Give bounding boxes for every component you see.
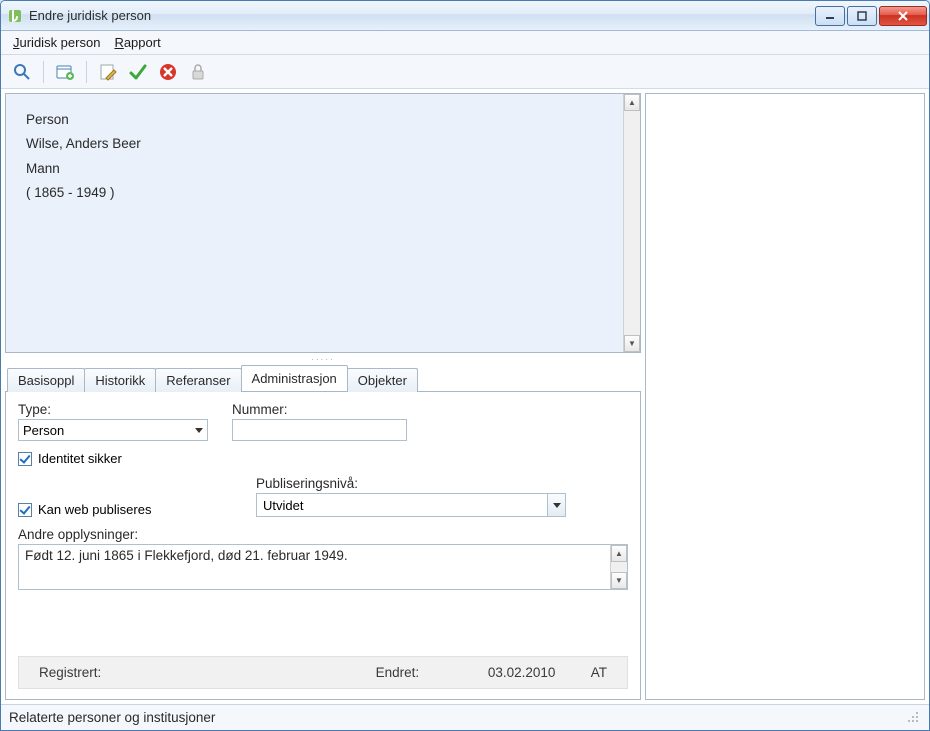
window-title: Endre juridisk person: [29, 8, 814, 23]
summary-line: Mann: [26, 157, 620, 181]
ok-icon[interactable]: [125, 59, 151, 85]
changed-label: Endret:: [376, 665, 488, 680]
tab-referanser[interactable]: Referanser: [155, 368, 241, 392]
resize-grip[interactable]: [907, 711, 921, 725]
checkbox-icon: [18, 503, 32, 517]
changed-by: AT: [591, 665, 607, 680]
summary-line: Wilse, Anders Beer: [26, 132, 620, 156]
scroll-up-icon[interactable]: ▲: [624, 94, 640, 111]
tab-historikk[interactable]: Historikk: [84, 368, 156, 392]
checkbox-icon: [18, 452, 32, 466]
menu-rapport[interactable]: Rapport: [110, 32, 170, 53]
changed-date: 03.02.2010: [488, 665, 591, 680]
toolbar: [1, 55, 929, 89]
publish-level-label: Publiseringsnivå:: [256, 476, 566, 491]
summary-panel: Person Wilse, Anders Beer Mann ( 1865 - …: [5, 93, 641, 353]
minimize-button[interactable]: [815, 6, 845, 26]
summary-scrollbar[interactable]: ▲ ▼: [623, 94, 640, 352]
identity-secure-checkbox[interactable]: Identitet sikker: [18, 451, 628, 466]
toolbar-separator: [86, 61, 87, 83]
scroll-track[interactable]: [611, 562, 627, 572]
other-info-textarea[interactable]: Født 12. juni 1865 i Flekkefjord, død 21…: [18, 544, 628, 590]
other-info-label: Andre opplysninger:: [18, 527, 628, 542]
other-info-value: Født 12. juni 1865 i Flekkefjord, død 21…: [19, 545, 627, 566]
web-publish-checkbox[interactable]: Kan web publiseres: [18, 502, 232, 517]
identity-secure-label: Identitet sikker: [38, 451, 122, 466]
tab-basisoppl[interactable]: Basisoppl: [7, 368, 85, 392]
tabstrip: Basisoppl Historikk Referanser Administr…: [5, 365, 641, 392]
scroll-down-icon[interactable]: ▼: [624, 335, 640, 352]
publish-level-value: Utvidet: [263, 498, 303, 513]
toolbar-separator: [43, 61, 44, 83]
cancel-icon[interactable]: [155, 59, 181, 85]
scroll-down-icon[interactable]: ▼: [611, 572, 627, 589]
menu-label: uridisk person: [20, 35, 101, 50]
menu-label: apport: [124, 35, 161, 50]
menubar: Juridisk person Rapport: [1, 31, 929, 55]
type-select[interactable]: Person: [18, 419, 208, 441]
right-pane: [645, 93, 925, 700]
type-value: Person: [23, 423, 64, 438]
splitter-handle[interactable]: ·····: [5, 357, 641, 365]
statusbar: Relaterte personer og institusjoner: [1, 704, 929, 730]
app-window: Endre juridisk person Juridisk person Ra…: [0, 0, 930, 731]
summary-line: Person: [26, 108, 620, 132]
search-icon[interactable]: [9, 59, 35, 85]
record-info-bar: Registrert: Endret: 03.02.2010 AT: [18, 656, 628, 689]
number-input[interactable]: [232, 419, 407, 441]
chevron-down-icon: [547, 494, 565, 516]
summary-text: Person Wilse, Anders Beer Mann ( 1865 - …: [6, 94, 640, 219]
number-label: Nummer:: [232, 402, 407, 417]
scroll-up-icon[interactable]: ▲: [611, 545, 627, 562]
edit-record-icon[interactable]: [95, 59, 121, 85]
scroll-track[interactable]: [624, 111, 640, 335]
summary-line: ( 1865 - 1949 ): [26, 181, 620, 205]
tab-administrasjon[interactable]: Administrasjon: [241, 365, 348, 391]
maximize-button[interactable]: [847, 6, 877, 26]
registered-label: Registrert:: [39, 665, 376, 680]
web-publish-label: Kan web publiseres: [38, 502, 151, 517]
new-record-icon[interactable]: [52, 59, 78, 85]
content-area: Person Wilse, Anders Beer Mann ( 1865 - …: [1, 89, 929, 704]
publish-level-select[interactable]: Utvidet: [256, 493, 566, 517]
window-controls: [814, 6, 929, 26]
statusbar-text: Relaterte personer og institusjoner: [9, 710, 215, 725]
titlebar[interactable]: Endre juridisk person: [1, 1, 929, 31]
left-pane: Person Wilse, Anders Beer Mann ( 1865 - …: [5, 93, 641, 700]
textarea-scrollbar[interactable]: ▲ ▼: [610, 545, 627, 589]
menu-juridisk-person[interactable]: Juridisk person: [9, 32, 110, 53]
tab-objekter[interactable]: Objekter: [347, 368, 418, 392]
type-label: Type:: [18, 402, 208, 417]
app-icon: [7, 8, 23, 24]
lock-icon[interactable]: [185, 59, 211, 85]
tabpanel-administrasjon: Type: Person Nummer: Identitet sikker: [5, 391, 641, 700]
close-button[interactable]: [879, 6, 927, 26]
chevron-down-icon: [195, 428, 203, 433]
